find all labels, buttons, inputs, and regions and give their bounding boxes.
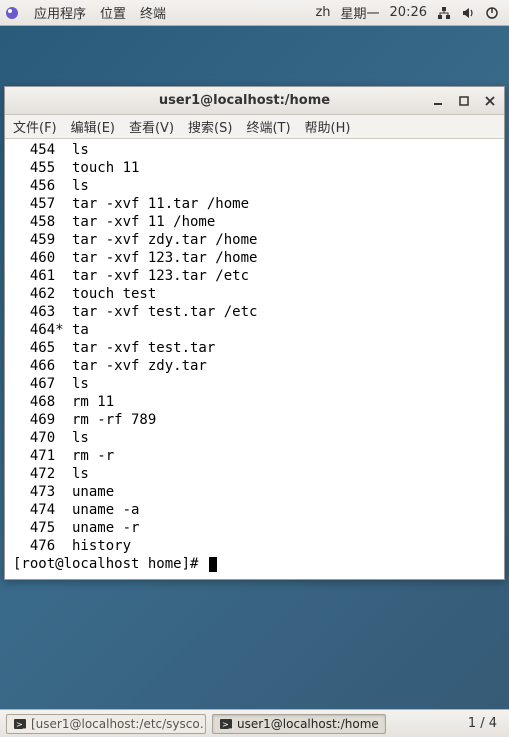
history-line: 458 tar -xvf 11 /home [13,213,496,231]
menu-places[interactable]: 位置 [100,3,126,22]
taskbar-item-2[interactable]: >_ user1@localhost:/home [212,714,386,734]
clock-day[interactable]: 星期一 [341,3,380,22]
menu-edit[interactable]: 编辑(E) [71,117,115,136]
menu-help[interactable]: 帮助(H) [305,117,351,136]
history-line: 468 rm 11 [13,393,496,411]
close-button[interactable] [482,93,498,109]
history-line: 473 uname [13,483,496,501]
svg-text:>_: >_ [16,720,27,729]
history-line: 470 ls [13,429,496,447]
menu-view[interactable]: 查看(V) [129,117,174,136]
history-line: 465 tar -xvf test.tar [13,339,496,357]
history-line: 460 tar -xvf 123.tar /home [13,249,496,267]
window-titlebar[interactable]: user1@localhost:/home [5,87,504,115]
terminal-window: user1@localhost:/home 文件(F) 编辑(E) 查看(V) … [4,86,505,580]
history-line: 466 tar -xvf zdy.tar [13,357,496,375]
history-line: 474 uname -a [13,501,496,519]
window-title: user1@localhost:/home [59,93,430,108]
taskbar-item-1[interactable]: >_ [user1@localhost:/etc/sysco… [6,714,206,734]
history-line: 469 rm -rf 789 [13,411,496,429]
desktop: user1@localhost:/home 文件(F) 编辑(E) 查看(V) … [0,26,509,711]
history-line: 476 history [13,537,496,555]
svg-text:>_: >_ [222,720,233,729]
bottom-panel: >_ [user1@localhost:/etc/sysco… >_ user1… [0,709,509,737]
history-line: 472 ls [13,465,496,483]
power-icon[interactable] [485,5,499,20]
minimize-button[interactable] [430,93,446,109]
history-line: 467 ls [13,375,496,393]
terminal-menubar: 文件(F) 编辑(E) 查看(V) 搜索(S) 终端(T) 帮助(H) [5,115,504,139]
history-line: 462 touch test [13,285,496,303]
terminal-icon: >_ [13,717,27,731]
terminal-output[interactable]: 454 ls 455 touch 11 456 ls 457 tar -xvf … [5,139,504,579]
menu-applications[interactable]: 应用程序 [34,3,86,22]
history-line: 464* ta [13,321,496,339]
history-line: 459 tar -xvf zdy.tar /home [13,231,496,249]
history-line: 463 tar -xvf test.tar /etc [13,303,496,321]
input-method-indicator[interactable]: zh [315,5,330,20]
history-line: 454 ls [13,141,496,159]
history-line: 471 rm -r [13,447,496,465]
menu-search[interactable]: 搜索(S) [188,117,232,136]
taskbar-item-label: [user1@localhost:/etc/sysco… [31,717,206,731]
maximize-button[interactable] [456,93,472,109]
history-line: 457 tar -xvf 11.tar /home [13,195,496,213]
clock-time[interactable]: 20:26 [390,5,427,20]
menu-file[interactable]: 文件(F) [13,117,57,136]
history-line: 455 touch 11 [13,159,496,177]
top-panel: 应用程序 位置 终端 zh 星期一 20:26 [0,0,509,26]
history-line: 456 ls [13,177,496,195]
cursor [209,557,217,572]
network-icon[interactable] [437,5,451,20]
history-line: 461 tar -xvf 123.tar /etc [13,267,496,285]
menu-terminal[interactable]: 终端 [140,3,166,22]
activities-icon[interactable] [4,5,20,21]
terminal-icon: >_ [219,717,233,731]
menu-terminal-menu[interactable]: 终端(T) [246,117,290,136]
prompt-line[interactable]: [root@localhost home]# [13,555,496,573]
taskbar-item-label: user1@localhost:/home [237,717,379,731]
volume-icon[interactable] [461,5,475,20]
history-line: 475 uname -r [13,519,496,537]
shell-prompt: [root@localhost home]# [13,555,207,573]
workspace-indicator[interactable]: 1 / 4 [462,716,503,731]
